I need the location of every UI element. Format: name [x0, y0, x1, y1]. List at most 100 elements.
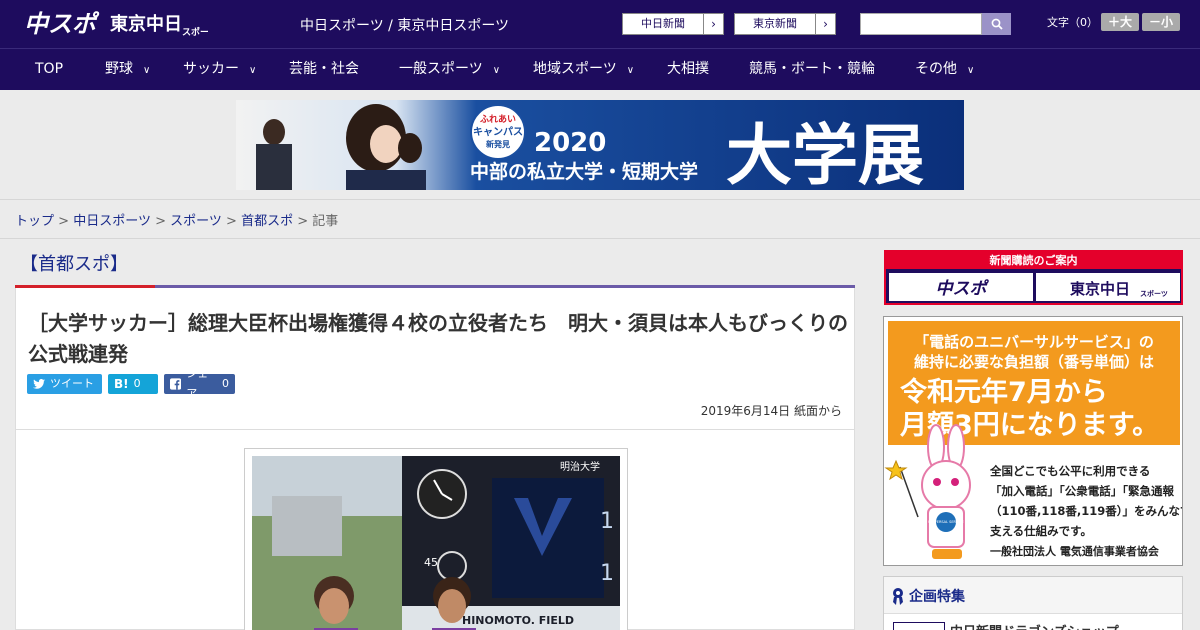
facebook-icon [170, 378, 182, 390]
main-nav: TOP 野球 ∨ サッカー ∨ 芸能・社会 一般スポーツ ∨ 地域スポーツ ∨ 大相撲 … [0, 48, 1200, 90]
nav-item-sumo[interactable]: 大相撲 [667, 49, 709, 91]
ad-line1: 「電話のユニバーサルサービス」の [914, 333, 1154, 351]
nav-item-other[interactable]: その他 ∨ [915, 49, 974, 91]
tokyo-shimbun-link[interactable]: 東京新聞 › [734, 13, 836, 35]
breadcrumb-separator: > [297, 214, 309, 229]
search-input[interactable] [860, 13, 982, 35]
feature-item-label: 中日新聞ドラゴンズショップ [950, 621, 1119, 630]
nav-label: 地域スポーツ [533, 61, 617, 77]
feature-title: 企画特集 [892, 586, 965, 606]
ad-body4: 支える仕組みです。 [989, 524, 1092, 538]
ribbon-icon [893, 588, 903, 605]
nav-label: 一般スポーツ [399, 61, 483, 77]
ad-graphic: 「電話のユニバーサルサービス」の 維持に必要な負担額（番号単価）は 令和元年7月… [884, 321, 1183, 559]
chunichi-shimbun-link[interactable]: 中日新聞 › [622, 13, 724, 35]
badge-line2: キャンパス [473, 126, 523, 138]
banner-title: 大学展 [726, 117, 924, 190]
font-size-increase-button[interactable]: ＋大 [1101, 13, 1139, 31]
facebook-share-button[interactable]: シェア 0 [164, 367, 235, 400]
twitter-icon [33, 379, 45, 389]
tokyo-chunichi-logo[interactable]: 東京中日 スポーツ [110, 7, 208, 39]
scoreboard-team: 明治大学 [560, 460, 600, 473]
search-button[interactable] [982, 13, 1011, 35]
breadcrumb-shuto-spo[interactable]: 首都スポ [241, 214, 293, 229]
nav-item-general-sports[interactable]: 一般スポーツ ∨ [399, 49, 500, 91]
breadcrumb-separator: > [58, 214, 70, 229]
ad-line3: 令和元年7月から [900, 376, 1108, 408]
site-title[interactable]: 中日スポーツ / 東京中日スポーツ [300, 15, 509, 35]
nav-item-regional-sports[interactable]: 地域スポーツ ∨ [533, 49, 634, 91]
chevron-down-icon: ∨ [249, 65, 257, 76]
hatena-count: 0 [133, 377, 141, 390]
breadcrumb-sports[interactable]: スポーツ [170, 214, 222, 229]
hatena-bookmark-button[interactable]: B! 0 [108, 374, 158, 394]
subscription-box: 新聞購読のご案内 中スポ 東京中日 スポーツ [884, 250, 1183, 305]
tweet-label: ツイート [50, 377, 94, 390]
feature-item-dragons-shop[interactable]: 中日新聞ドラゴンズショップ [884, 613, 1182, 630]
section-rule-accent [15, 285, 155, 288]
tokyo-logo-main: 東京中日 [110, 13, 182, 35]
ad-org: 一般社団法人 電気通信事業者協会 [990, 544, 1160, 558]
subscribe-chuspo-button[interactable]: 中スポ [889, 273, 1033, 301]
subscription-heading[interactable]: 新聞購読のご案内 [886, 252, 1181, 269]
tokyo-logo-small: スポーツ [182, 26, 208, 38]
badge-line1: ふれあい [480, 114, 516, 125]
ad-line2: 維持に必要な負担額（番号単価）は [914, 353, 1154, 371]
font-size-decrease-button[interactable]: －小 [1142, 13, 1180, 31]
breadcrumb-current: 記事 [312, 214, 339, 229]
chevron-down-icon: ∨ [143, 65, 151, 76]
breadcrumb-top[interactable]: トップ [15, 214, 54, 229]
clock-label: 45 [424, 556, 438, 569]
facebook-share-label: シェア [186, 367, 209, 400]
divider [16, 429, 854, 430]
nav-item-entertainment[interactable]: 芸能・社会 [289, 49, 359, 91]
chuspo-logo-text: 中スポ [24, 10, 100, 38]
divider [0, 238, 1200, 239]
feature-title-label: 企画特集 [909, 589, 965, 605]
rabbit-mascot-icon: UNIVERSAL SERVICE [884, 424, 971, 559]
nav-label: 大相撲 [667, 61, 709, 77]
nav-item-top[interactable]: TOP [35, 49, 63, 91]
mascot-badge-text: UNIVERSAL SERVICE [928, 520, 964, 524]
score-bottom: 1 [600, 561, 614, 586]
sub-logo2-text: 東京中日 [1070, 280, 1130, 298]
search-icon [991, 18, 1003, 30]
feature-thumbnail [893, 622, 945, 630]
article-photo[interactable]: 45 明治大学 1 1 HINOMOTO. FIELD [252, 456, 620, 630]
score-top: 1 [600, 509, 614, 534]
chevron-down-icon: ∨ [967, 65, 975, 76]
nav-label: 芸能・社会 [289, 61, 359, 77]
chuspo-logo[interactable]: 中スポ [24, 7, 100, 39]
nav-label: その他 [915, 61, 957, 77]
nav-item-soccer[interactable]: サッカー ∨ [183, 49, 256, 91]
font-size-label: 文字（0） [1047, 16, 1098, 29]
tweet-button[interactable]: ツイート [27, 374, 102, 394]
breadcrumb-separator: > [155, 214, 166, 229]
ad-body3: （110番,118番,119番）」をみんなで [990, 504, 1183, 518]
feature-box: 企画特集 中日新聞ドラゴンズショップ [883, 576, 1183, 630]
chevron-down-icon: ∨ [492, 65, 501, 76]
nav-item-racing[interactable]: 競馬・ボート・競輪 [749, 49, 875, 91]
nav-item-baseball[interactable]: 野球 ∨ [105, 49, 150, 91]
nav-label: サッカー [183, 61, 239, 77]
publish-date: 2019年6月14日 紙面から [700, 404, 842, 418]
breadcrumb-chunichi-sports[interactable]: 中日スポーツ [73, 214, 151, 229]
ext-link-label: 中日新聞 [641, 17, 685, 30]
breadcrumb: トップ > 中日スポーツ > スポーツ > 首都スポ > 記事 [15, 210, 338, 229]
ext-link-label: 東京新聞 [753, 17, 797, 30]
breadcrumb-separator: > [226, 214, 237, 229]
facebook-count: 0 [222, 377, 229, 390]
subscribe-tokyo-chunichi-button[interactable]: 東京中日 スポーツ [1036, 273, 1180, 301]
banner-year: 2020 [534, 128, 606, 158]
nav-label: TOP [35, 61, 64, 77]
badge-line3: 新発見 [486, 139, 510, 149]
section-heading[interactable]: 【首都スポ】 [20, 250, 128, 276]
universal-service-ad[interactable]: 「電話のユニバーサルサービス」の 維持に必要な負担額（番号単価）は 令和元年7月… [883, 316, 1183, 566]
tokyo-chunichi-logo: 東京中日 スポーツ [1070, 280, 1168, 298]
university-fair-banner[interactable]: ふれあい キャンパス 新発見 2020 中部の私立大学・短期大学 大学展 [236, 100, 964, 190]
banner-area: ふれあい キャンパス 新発見 2020 中部の私立大学・短期大学 大学展 [0, 90, 1200, 200]
nav-label: 競馬・ボート・競輪 [749, 61, 875, 77]
ad-body2: 「加入電話」「公衆電話」「緊急通報 [990, 484, 1174, 498]
nav-label: 野球 [105, 61, 133, 77]
field-sign: HINOMOTO. FIELD [462, 614, 574, 627]
